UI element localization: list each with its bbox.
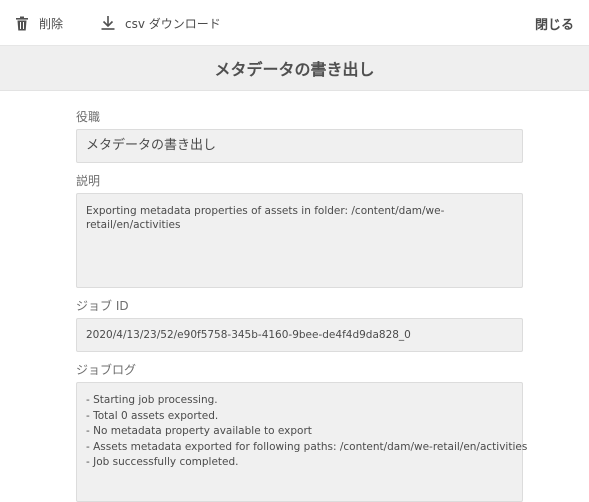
job-log-field: - Starting job processing. - Total 0 ass… — [76, 382, 528, 502]
action-bar: 削除 csv ダウンロード 閉じる — [0, 0, 589, 46]
description-field: Exporting metadata properties of assets … — [76, 193, 523, 288]
trash-icon — [15, 16, 29, 31]
description-field-label: 説明 — [76, 174, 101, 188]
log-line: - No metadata property available to expo… — [86, 425, 312, 437]
log-line: - Assets metadata exported for following… — [86, 440, 528, 453]
log-line: - Job successfully completed. — [86, 456, 239, 468]
title-field: メタデータの書き出し — [76, 129, 523, 163]
close-button[interactable]: 閉じる — [535, 0, 574, 46]
delete-button[interactable]: 削除 — [15, 0, 63, 46]
delete-label: 削除 — [39, 16, 64, 31]
job-id-field: 2020/4/13/23/52/e90f5758-345b-4160-9bee-… — [76, 318, 523, 352]
csv-download-label: csv ダウンロード — [125, 16, 221, 31]
download-icon — [100, 15, 116, 31]
job-id-field-label: ジョブ ID — [76, 299, 129, 313]
page-title: メタデータの書き出し — [214, 60, 375, 79]
job-log-field-label: ジョブログ — [76, 363, 137, 377]
title-bar: メタデータの書き出し — [0, 46, 589, 91]
log-line: - Starting job processing. — [86, 394, 218, 406]
log-line: - Total 0 assets exported. — [86, 409, 219, 422]
csv-download-button[interactable]: csv ダウンロード — [100, 0, 221, 46]
title-field-label: 役職 — [76, 110, 101, 124]
